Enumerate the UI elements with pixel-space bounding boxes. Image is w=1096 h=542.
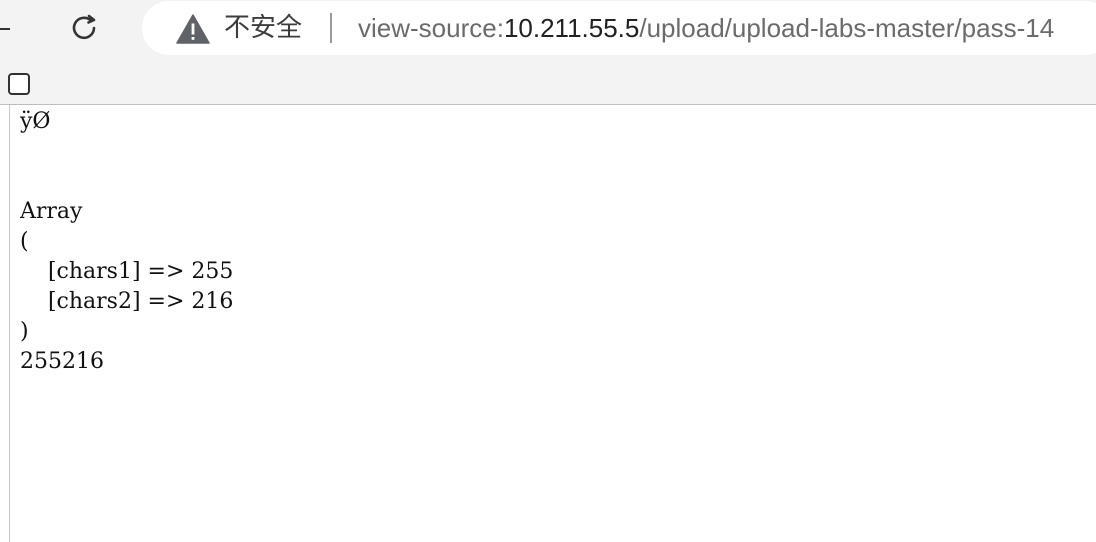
address-bar[interactable]: 不安全 view-source:10.211.55.5/upload/uploa…	[142, 1, 1096, 55]
source-line: [chars1] => 255	[20, 259, 234, 284]
line-gutter	[9, 105, 10, 542]
source-line	[20, 137, 233, 167]
url-text[interactable]: view-source:10.211.55.5/upload/upload-la…	[358, 11, 1054, 45]
reload-icon	[72, 14, 96, 40]
url-prefix: view-source:	[358, 13, 504, 43]
warning-icon[interactable]	[176, 14, 210, 44]
url-host: 10.211.55.5	[503, 13, 640, 43]
source-line: (	[20, 229, 29, 254]
line-wrap-checkbox[interactable]	[8, 73, 30, 95]
source-view: ÿØ Array ( [chars1] => 255 [chars2] => 2…	[0, 105, 1096, 542]
forward-arrow-icon[interactable]	[0, 28, 10, 30]
source-line: 255216	[20, 349, 104, 374]
source-line	[20, 167, 233, 197]
source-line: [chars2] => 216	[20, 289, 234, 314]
address-divider	[330, 13, 332, 43]
security-status-label[interactable]: 不安全	[224, 11, 302, 45]
line-wrap-bar	[0, 62, 1096, 105]
url-path: /upload/upload-labs-master/pass-14	[639, 13, 1055, 43]
source-line: ÿØ	[20, 109, 51, 134]
reload-button[interactable]	[62, 6, 106, 50]
source-line: Array	[20, 199, 83, 224]
source-code: ÿØ Array ( [chars1] => 255 [chars2] => 2…	[20, 107, 233, 377]
source-line: )	[20, 319, 29, 344]
browser-toolbar: 不安全 view-source:10.211.55.5/upload/uploa…	[0, 0, 1096, 62]
